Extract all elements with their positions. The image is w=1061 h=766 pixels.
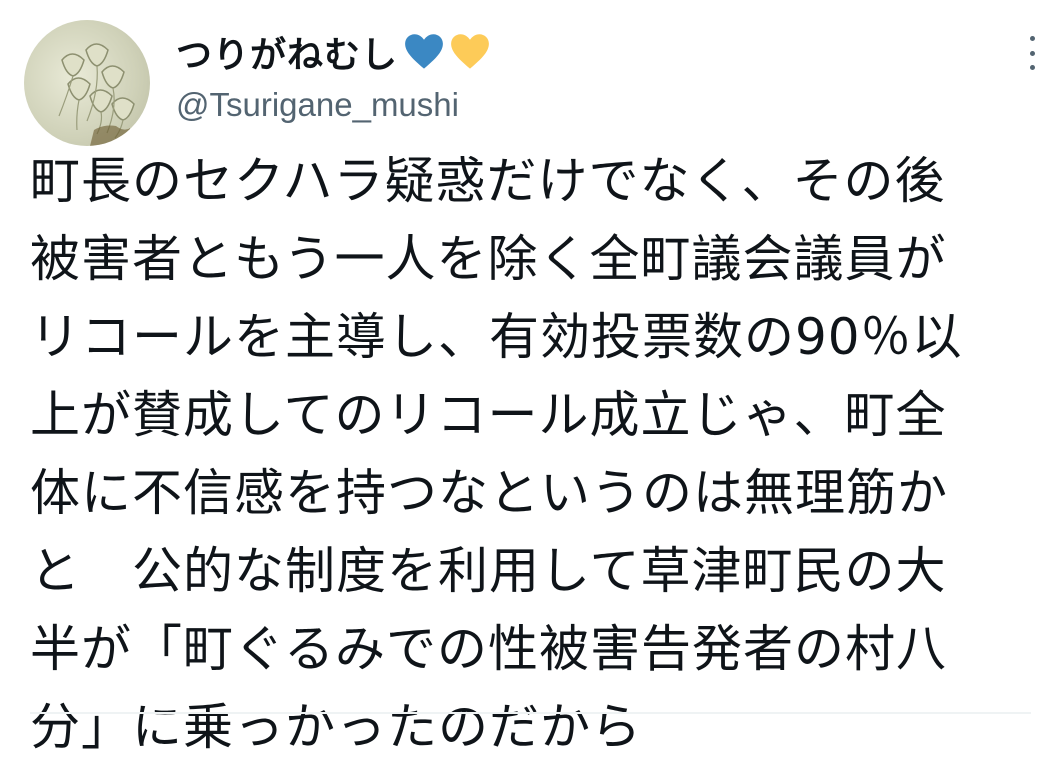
tweet-text: 町長のセクハラ疑惑だけでなく、その後 被害者ともう一人を除く全町議会議員が リコ…: [30, 142, 1040, 766]
tweet-text-line: 上が賛成してのリコール成立じゃ、町全: [30, 386, 947, 444]
user-name-row: つりがねむし: [176, 26, 490, 78]
more-options-button[interactable]: [1020, 36, 1044, 70]
more-dot-icon: [1029, 50, 1035, 56]
tweet-text-line: 分」に乗っかったのだから: [30, 698, 642, 756]
display-name[interactable]: つりがねむし: [176, 26, 398, 78]
tweet-text-line: 半が「町ぐるみでの性被害告発者の村八: [30, 620, 947, 678]
vorticella-avatar-icon: [58, 43, 135, 146]
avatar[interactable]: [24, 20, 150, 146]
divider: [30, 712, 1031, 714]
blue-heart-icon: [404, 33, 444, 71]
tweet-text-line: リコールを主導し、有効投票数の90％以: [30, 308, 963, 366]
tweet-text-line: 被害者ともう一人を除く全町議会議員が: [30, 230, 947, 288]
yellow-heart-icon: [450, 33, 490, 71]
tweet-text-line: 町長のセクハラ疑惑だけでなく、その後: [30, 152, 946, 210]
tweet-text-line: と 公的な制度を利用して草津町民の大: [30, 542, 947, 600]
more-dot-icon: [1029, 65, 1035, 70]
tweet-text-line: 体に不信感を持つなというのは無理筋か: [30, 464, 948, 522]
more-dot-icon: [1029, 36, 1035, 41]
user-handle[interactable]: @Tsurigane_mushi: [176, 86, 459, 124]
